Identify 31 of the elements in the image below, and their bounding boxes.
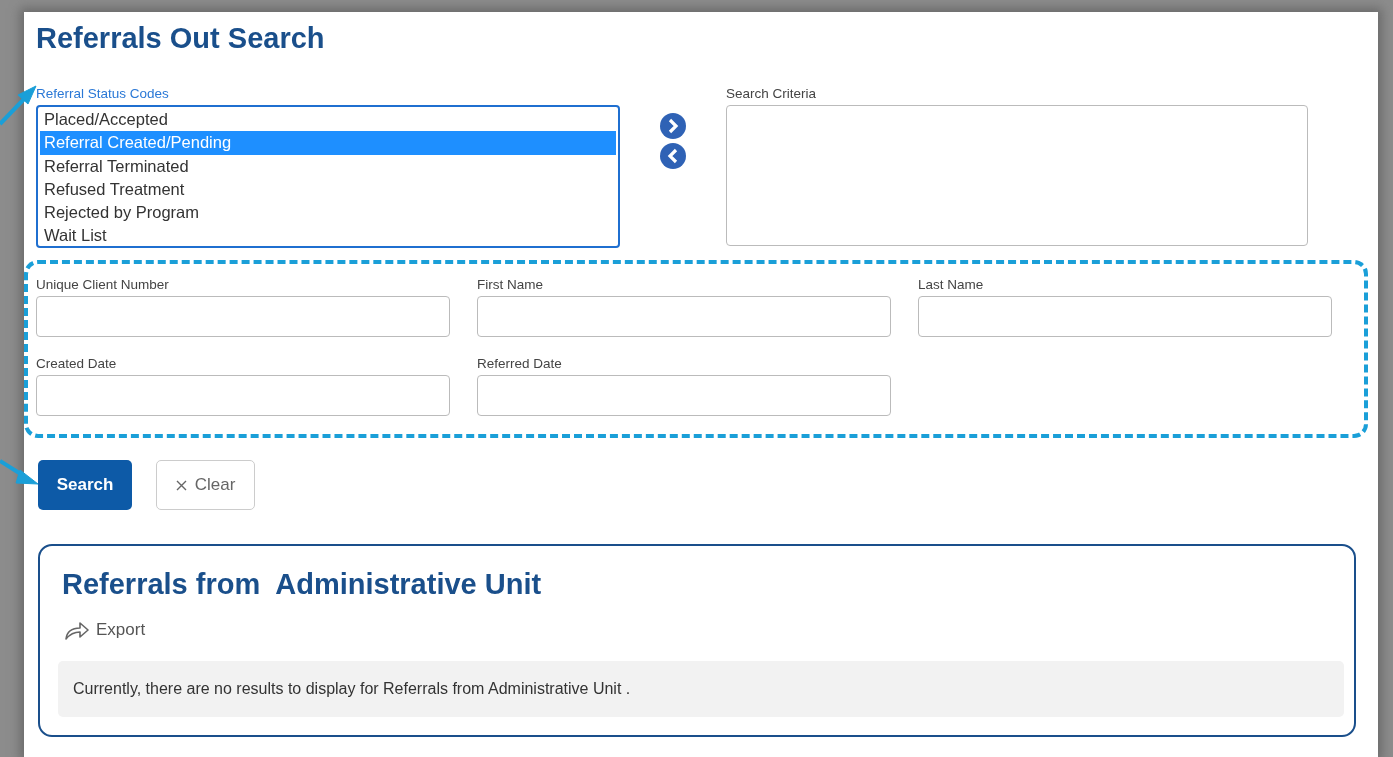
- field-label: Last Name: [918, 278, 984, 292]
- listbox-option[interactable]: Placed/Accepted: [40, 108, 616, 132]
- input-field[interactable]: [36, 296, 450, 337]
- input-field[interactable]: [918, 296, 1332, 337]
- share-icon: [64, 619, 90, 640]
- chevron-right-icon[interactable]: [660, 113, 686, 139]
- annotation-arrow: [0, 458, 39, 485]
- search-button[interactable]: Search: [38, 460, 132, 510]
- field-label: Created Date: [36, 357, 117, 371]
- field-label: First Name: [477, 278, 543, 292]
- clear-button[interactable]: Clear: [156, 460, 255, 510]
- input-field[interactable]: [36, 375, 450, 416]
- close-icon: [175, 479, 187, 491]
- input-field[interactable]: [477, 296, 891, 337]
- empty-results-message: Currently, there are no results to display for Referrals from Administrative Unit .: [58, 660, 1344, 717]
- status-code-listbox[interactable]: Placed/Accepted Referral Created/Pending Referral Terminated Refused Treatment Rejected by Program Wait List: [36, 105, 620, 248]
- field-label: Unique Client Number: [36, 278, 169, 292]
- section-title: Referrals from Administrative Unit: [62, 570, 543, 599]
- field-label: Search Criteria: [726, 87, 817, 101]
- input-field[interactable]: [477, 375, 891, 416]
- page-title: Referrals Out Search: [36, 24, 326, 53]
- field-label: Referral Status Codes: [36, 87, 169, 101]
- chevron-left-icon[interactable]: [660, 143, 686, 169]
- search-criteria-listbox[interactable]: [726, 105, 1308, 246]
- listbox-option[interactable]: Rejected by Program: [40, 201, 616, 225]
- listbox-option[interactable]: Referral Terminated: [40, 154, 616, 178]
- export-link[interactable]: Export: [64, 617, 146, 643]
- listbox-option[interactable]: Refused Treatment: [40, 177, 616, 202]
- listbox-option[interactable]: Wait List: [40, 224, 616, 248]
- annotation-arrow: [0, 84, 37, 126]
- field-label: Referred Date: [477, 357, 562, 371]
